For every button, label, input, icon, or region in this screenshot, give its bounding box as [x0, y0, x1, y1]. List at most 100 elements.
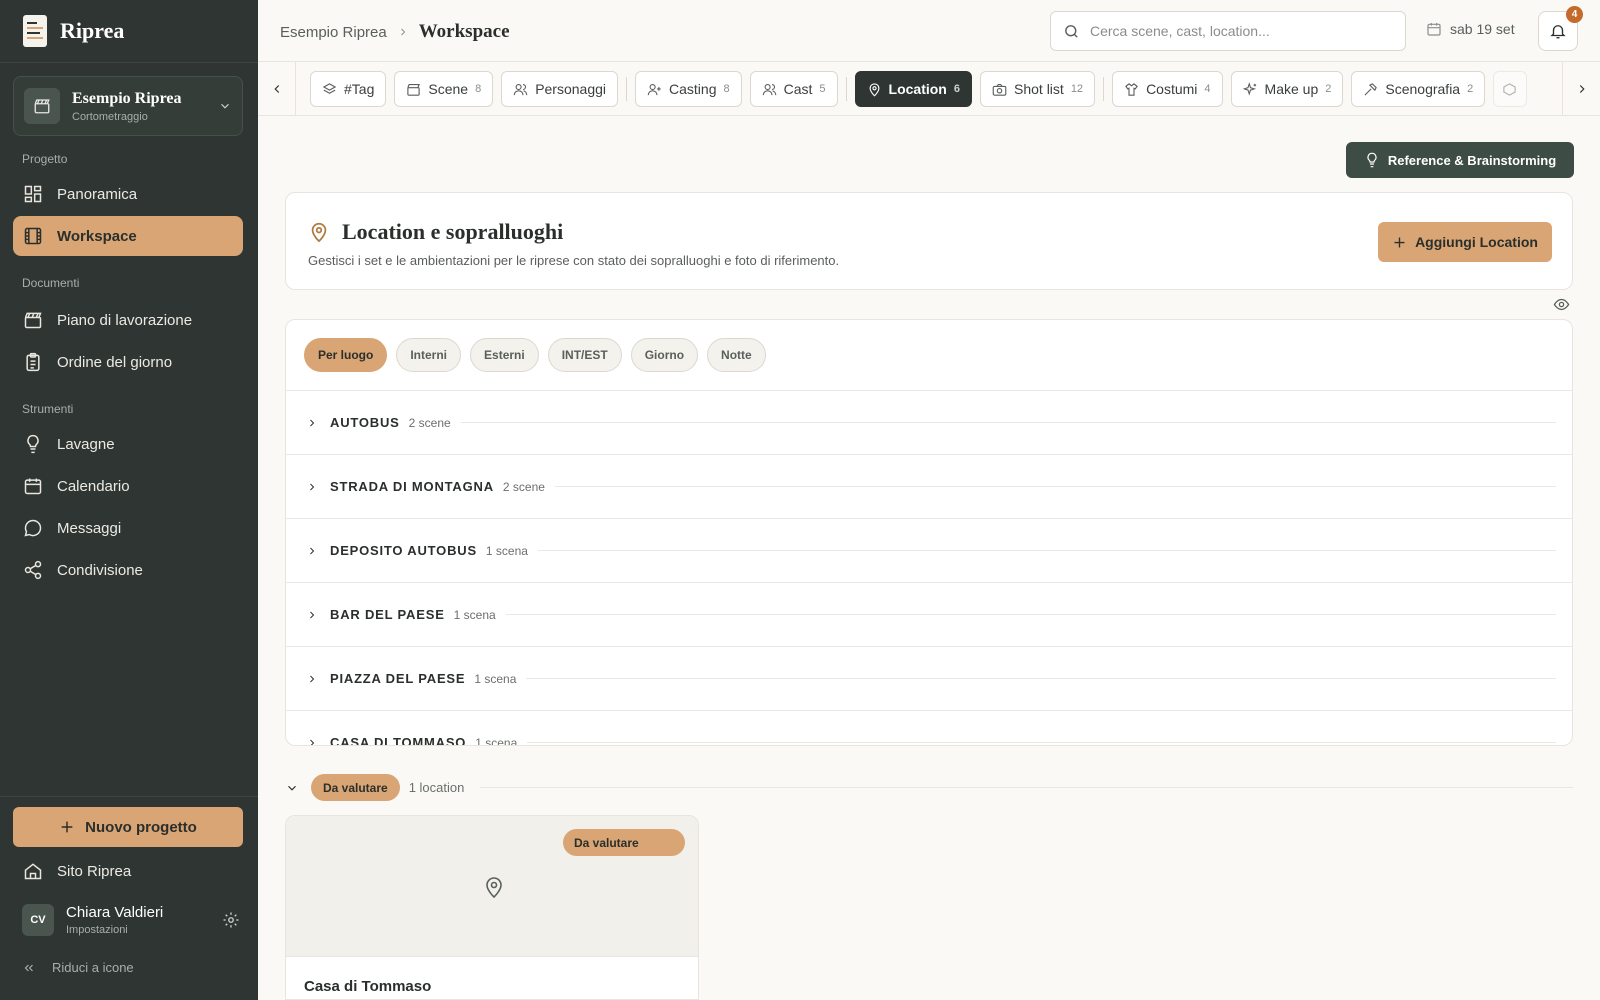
tab-count: 5 — [819, 83, 826, 95]
status-badge: Da valutare — [311, 774, 400, 801]
gear-icon[interactable] — [222, 911, 240, 929]
tab-count: 2 — [1325, 83, 1332, 95]
sidebar-item-ordine[interactable]: Ordine del giorno — [13, 342, 243, 382]
filter-chip-giorno[interactable]: Giorno — [630, 338, 699, 372]
filter-chip-notte[interactable]: Notte — [707, 338, 766, 372]
new-project-label: Nuovo progetto — [85, 818, 197, 836]
tabs-scroll-left-button[interactable] — [258, 62, 296, 116]
divider — [1103, 77, 1105, 101]
tab-scene[interactable]: Scene 8 — [394, 71, 494, 107]
filter-chip-interni[interactable]: Interni — [396, 338, 462, 372]
notifications-button[interactable]: 4 — [1538, 6, 1583, 51]
divider — [527, 742, 1556, 743]
tab-count: 8 — [723, 83, 730, 95]
sidebar-item-sito[interactable]: Sito Riprea — [13, 851, 243, 891]
search-input[interactable] — [1090, 23, 1390, 39]
workspace-tabs: #Tag Scene 8 Personaggi Casting 8 Cast 5… — [258, 62, 1600, 116]
tab-personaggi[interactable]: Personaggi — [501, 71, 619, 107]
tab-casting[interactable]: Casting 8 — [635, 71, 742, 107]
user-plus-icon — [647, 82, 662, 97]
location-card[interactable]: Da valutare Casa di Tommaso — [285, 815, 699, 1000]
tab-make-up[interactable]: Make up 2 — [1230, 71, 1344, 107]
search-box[interactable] — [1050, 11, 1406, 51]
tab-label: Casting — [669, 81, 717, 97]
reference-brainstorming-button[interactable]: Reference & Brainstorming — [1346, 142, 1574, 178]
clapperboard-icon — [406, 82, 421, 97]
location-name: PIAZZA DEL PAESE — [330, 671, 466, 686]
tab-label: Scene — [428, 81, 469, 97]
status-badge: Da valutare — [563, 829, 685, 856]
breadcrumb-root[interactable]: Esempio Riprea — [280, 24, 387, 41]
divider — [554, 486, 1556, 487]
sidebar: Riprea Esempio Riprea Cortometraggio Pro… — [0, 0, 258, 1000]
user-profile[interactable]: CV Chiara Valdieri Impostazioni — [22, 904, 240, 936]
project-name: Esempio Riprea — [72, 89, 182, 107]
notification-badge: 4 — [1566, 6, 1583, 23]
tab-cast[interactable]: Cast 5 — [749, 71, 838, 107]
sidebar-item-calendario[interactable]: Calendario — [13, 466, 243, 506]
brand[interactable]: Riprea — [22, 14, 124, 48]
section-description: Gestisci i set e le ambientazioni per le… — [308, 253, 840, 268]
tab-count: 2 — [1467, 83, 1474, 95]
tab-count: 12 — [1070, 83, 1084, 95]
location-name: BAR DEL PAESE — [330, 607, 445, 622]
hammer-icon — [1363, 82, 1378, 97]
sidebar-item-messaggi[interactable]: Messaggi — [13, 508, 243, 548]
add-location-button[interactable]: Aggiungi Location — [1378, 222, 1552, 262]
map-pin-icon — [482, 874, 506, 900]
location-row[interactable]: CASA DI TOMMASO 1 scena — [286, 710, 1572, 745]
location-list-card: Per luogo Interni Esterni INT/EST Giorno… — [285, 319, 1573, 746]
sidebar-item-label: Condivisione — [57, 561, 143, 579]
tab-tag[interactable]: #Tag — [310, 71, 387, 107]
sidebar-item-lavagne[interactable]: Lavagne — [13, 424, 243, 464]
divider — [0, 796, 258, 797]
sidebar-item-label: Lavagne — [57, 435, 115, 453]
location-row[interactable]: STRADA DI MONTAGNA 2 scene — [286, 454, 1572, 518]
user-settings-label: Impostazioni — [66, 924, 128, 936]
sidebar-item-piano[interactable]: Piano di lavorazione — [13, 300, 243, 340]
tab-costumi[interactable]: Costumi 4 — [1112, 71, 1223, 107]
location-name: STRADA DI MONTAGNA — [330, 479, 494, 494]
sidebar-item-condivisione[interactable]: Condivisione — [13, 550, 243, 590]
location-name: AUTOBUS — [330, 415, 400, 430]
tab-count: 6 — [953, 83, 960, 95]
lightbulb-icon — [23, 434, 43, 454]
location-row[interactable]: BAR DEL PAESE 1 scena — [286, 582, 1572, 646]
camera-icon — [992, 82, 1007, 97]
filter-chip-per-luogo[interactable]: Per luogo — [304, 338, 388, 372]
location-header-card: Location e sopralluoghi Gestisci i set e… — [285, 192, 1573, 290]
tabs-scroll-right-button[interactable] — [1562, 62, 1600, 116]
location-row[interactable]: DEPOSITO AUTOBUS 1 scena — [286, 518, 1572, 582]
sidebar-item-panoramica[interactable]: Panoramica — [13, 174, 243, 214]
status-group-header[interactable]: Da valutare 1 location — [285, 774, 1573, 801]
tab-shot-list[interactable]: Shot list 12 — [980, 71, 1096, 107]
divider — [526, 678, 1556, 679]
shirt-icon — [1124, 82, 1139, 97]
top-header: Esempio Riprea Workspace sab 19 set 4 — [258, 0, 1600, 62]
tab-overflow[interactable] — [1493, 71, 1528, 107]
location-row[interactable]: AUTOBUS 2 scene — [286, 390, 1572, 454]
scene-count: 1 scena — [453, 607, 496, 622]
sidebar-item-workspace[interactable]: Workspace — [13, 216, 243, 256]
tab-location[interactable]: Location 6 — [854, 71, 972, 107]
users-icon — [762, 82, 777, 97]
tab-scenografia[interactable]: Scenografia 2 — [1351, 71, 1486, 107]
filter-chip-int-est[interactable]: INT/EST — [547, 338, 622, 372]
chevron-left-icon — [270, 82, 284, 96]
reference-label: Reference & Brainstorming — [1387, 152, 1557, 168]
sparkles-icon — [1242, 81, 1258, 97]
collapse-sidebar-button[interactable]: Riduci a icone — [22, 960, 134, 975]
location-row[interactable]: PIAZZA DEL PAESE 1 scena — [286, 646, 1572, 710]
project-switcher[interactable]: Esempio Riprea Cortometraggio — [13, 76, 243, 136]
section-label-strumenti: Strumenti — [22, 402, 74, 416]
eye-icon[interactable] — [1553, 296, 1570, 313]
location-card-name: Casa di Tommaso — [304, 978, 432, 995]
sidebar-item-label: Piano di lavorazione — [57, 311, 193, 329]
scene-count: 2 scene — [502, 479, 545, 494]
filter-chip-esterni[interactable]: Esterni — [470, 338, 539, 372]
tab-label: #Tag — [344, 81, 375, 97]
sidebar-item-label: Calendario — [57, 477, 130, 495]
new-project-button[interactable]: Nuovo progetto — [13, 807, 243, 847]
user-name: Chiara Valdieri — [66, 904, 164, 921]
search-icon — [1063, 23, 1080, 40]
